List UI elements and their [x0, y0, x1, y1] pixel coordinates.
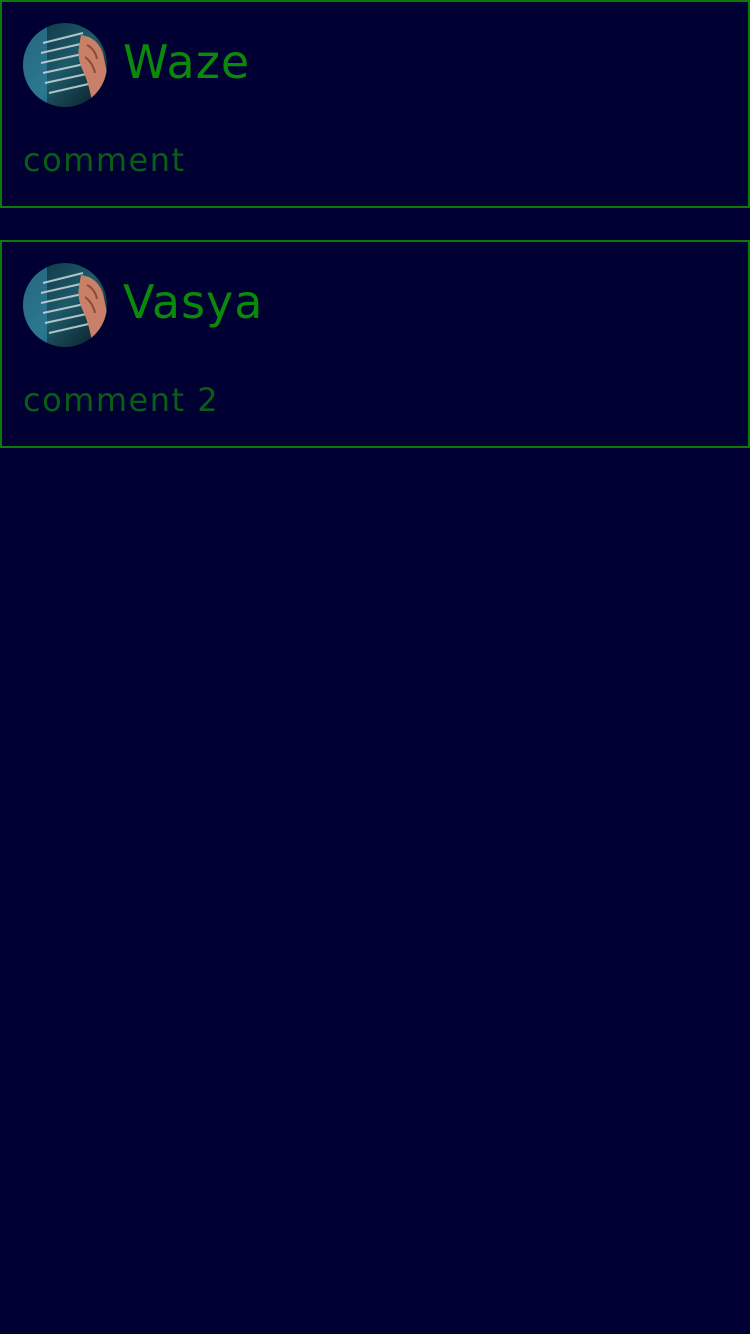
comment-body: comment 2 [23, 381, 220, 419]
comment-list: Waze comment Vasya comment 2 [0, 0, 750, 480]
comment-card[interactable]: Vasya comment 2 [0, 240, 750, 448]
avatar[interactable] [23, 263, 107, 347]
author-name: Vasya [123, 275, 264, 329]
keyboard-hands-avatar-icon [23, 23, 107, 107]
avatar[interactable] [23, 23, 107, 107]
author-name: Waze [123, 35, 251, 89]
comment-body: comment [23, 141, 186, 179]
comment-card[interactable]: Waze comment [0, 0, 750, 208]
keyboard-hands-avatar-icon [23, 263, 107, 347]
